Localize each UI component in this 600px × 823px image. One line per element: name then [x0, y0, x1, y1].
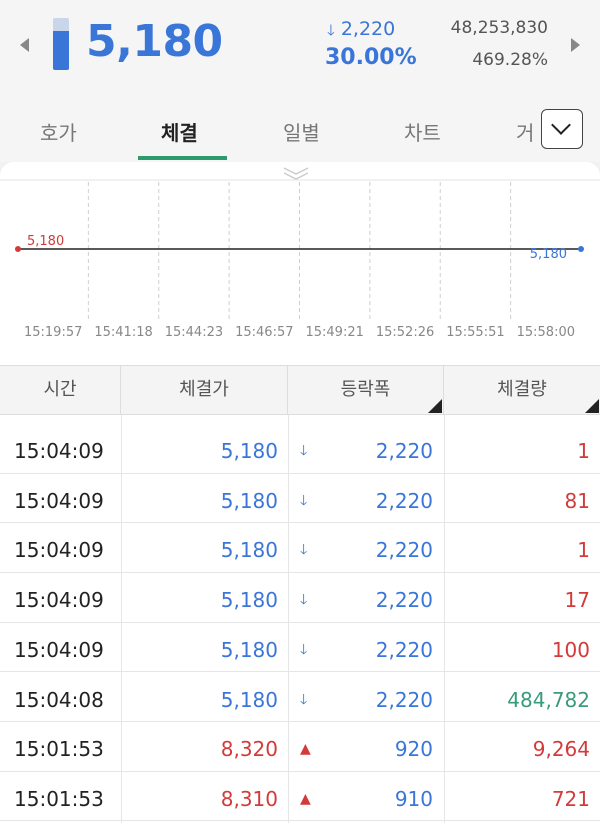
start-value-label: 5,180: [27, 234, 64, 249]
trade-change: 2,220: [375, 687, 433, 712]
trade-volume: 721: [551, 786, 590, 811]
trade-volume: 1: [577, 538, 590, 563]
chart-svg: 15:19:57 15:41:18 15:44:23 15:46:57 15:49:21…: [0, 167, 600, 340]
trade-volume: 100: [551, 637, 590, 662]
volume-ratio: 469.28%: [472, 50, 548, 70]
tab-bar: 호가 체결 일별 차트 거: [0, 95, 600, 162]
tab-trades[interactable]: 체결: [161, 117, 198, 146]
previous-stock-icon[interactable]: [20, 38, 29, 52]
trade-time: 15:01:53: [14, 786, 104, 811]
header-volume-label: 체결량: [497, 379, 547, 400]
end-point: [578, 246, 584, 252]
price-change-value: 2,220: [340, 18, 396, 40]
table-row[interactable]: 15:04:09 5,180 🡓 2,220 1: [0, 424, 600, 474]
up-triangle-icon: ▲: [300, 741, 311, 758]
trade-volume: 1: [577, 439, 590, 463]
x-tick-label: 15:58:00: [517, 325, 575, 340]
trade-time: 15:04:09: [14, 588, 104, 613]
table-row[interactable]: 15:04:09 5,180 🡓 2,220 17: [0, 573, 600, 623]
trade-price: 8,310: [220, 786, 278, 811]
x-tick-label: 15:46:57: [235, 325, 293, 340]
sort-corner-icon: [585, 399, 599, 413]
current-price: 5,180: [86, 16, 223, 67]
down-arrow-icon: 🡓: [300, 492, 308, 509]
table-row[interactable]: 15:01:53 8,320 ▲ 920 9,264: [0, 722, 600, 772]
trade-change: 920: [394, 737, 433, 762]
trade-change: 910: [394, 786, 433, 811]
header-price-label: 체결가: [179, 379, 229, 400]
intraday-chart: 15:19:57 15:41:18 15:44:23 15:46:57 15:49:21…: [0, 162, 600, 365]
trade-volume: 484,782: [507, 687, 590, 712]
trade-time: 15:01:53: [14, 737, 104, 762]
trade-change: 2,220: [375, 637, 433, 662]
next-stock-icon[interactable]: [571, 38, 580, 52]
trade-change: 2,220: [375, 588, 433, 613]
start-point: [15, 246, 21, 252]
up-triangle-icon: ▲: [300, 790, 311, 807]
down-arrow-icon: 🡓: [300, 443, 308, 459]
header-price: 체결가: [121, 366, 288, 414]
trade-price: 5,180: [220, 488, 278, 513]
trade-price: 5,180: [220, 588, 278, 613]
table-row[interactable]: 15:04:08 5,180 🡓 2,220 484,782: [0, 673, 600, 722]
stock-trades-screen: 5,180 🡓 2,220 30.00% 48,253,830 469.28% 호…: [0, 0, 600, 823]
trade-time: 15:04:09: [14, 488, 104, 513]
tab-chart[interactable]: 차트: [404, 117, 441, 146]
tab-orderbook[interactable]: 호가: [40, 117, 77, 146]
header-volume[interactable]: 체결량: [444, 366, 600, 414]
trade-volume: 9,264: [532, 737, 590, 762]
trade-change: 2,220: [375, 439, 433, 463]
tab-more-button[interactable]: [541, 109, 583, 149]
trade-price: 5,180: [220, 538, 278, 563]
trade-change: 2,220: [375, 538, 433, 563]
table-row[interactable]: 15:01:53 8,310 ▲ 910 721: [0, 772, 600, 822]
x-tick-label: 15:55:51: [446, 325, 504, 340]
trade-volume: 17: [564, 588, 590, 613]
trade-price: 5,180: [220, 637, 278, 662]
collapse-chevron-icon: [283, 167, 309, 175]
price-header: 5,180 🡓 2,220 30.00% 48,253,830 469.28%: [0, 0, 600, 95]
header-change[interactable]: 등락폭: [288, 366, 444, 414]
x-tick-label: 15:19:57: [24, 325, 82, 340]
trade-change: 2,220: [375, 488, 433, 513]
header-time-label: 시간: [43, 379, 77, 400]
trade-price: 5,180: [220, 687, 278, 712]
x-tick-label: 15:49:21: [305, 325, 363, 340]
trade-time: 15:04:09: [14, 538, 104, 563]
trade-price: 8,320: [220, 737, 278, 762]
down-arrow-icon: 🡓: [300, 592, 308, 609]
price-change: 🡓 2,220: [327, 18, 395, 45]
chevron-down-icon: [551, 115, 571, 135]
down-arrow-icon: 🡓: [300, 641, 308, 658]
trade-volume: 81: [564, 488, 590, 513]
trade-time: 15:04:09: [14, 637, 104, 662]
header-time: 시간: [0, 366, 121, 414]
change-rate: 30.00%: [325, 45, 417, 70]
trades-table[interactable]: 15:04:09 5,180 🡓 2,220 1 15:04:09 5,180 🡓 2,220 8…: [0, 415, 600, 823]
down-arrow-icon: 🡓: [300, 542, 308, 559]
end-value-label: 5,180: [530, 247, 567, 262]
down-arrow-icon: 🡓: [300, 691, 308, 708]
sort-corner-icon: [428, 399, 442, 413]
x-tick-label: 15:41:18: [94, 325, 152, 340]
table-header: 시간 체결가 등락폭 체결량: [0, 365, 600, 415]
tab-more-label[interactable]: 거: [516, 117, 534, 146]
price-level-gauge: [53, 18, 69, 70]
price-level-fill: [53, 31, 69, 70]
trade-time: 15:04:09: [14, 439, 104, 463]
x-tick-label: 15:44:23: [165, 325, 223, 340]
trade-volume: 48,253,830: [450, 18, 548, 38]
down-arrow-icon: 🡓: [327, 21, 335, 39]
trade-time: 15:04:08: [14, 687, 104, 712]
x-tick-label: 15:52:26: [376, 325, 434, 340]
tab-daily[interactable]: 일별: [283, 117, 320, 146]
table-row[interactable]: 15:04:09 5,180 🡓 2,220 100: [0, 623, 600, 673]
table-row[interactable]: 15:04:09 5,180 🡓 2,220 1: [0, 523, 600, 573]
trade-price: 5,180: [220, 439, 278, 463]
table-row[interactable]: 15:04:09 5,180 🡓 2,220 81: [0, 474, 600, 524]
active-tab-indicator: [138, 156, 227, 160]
header-change-label: 등락폭: [340, 379, 391, 400]
